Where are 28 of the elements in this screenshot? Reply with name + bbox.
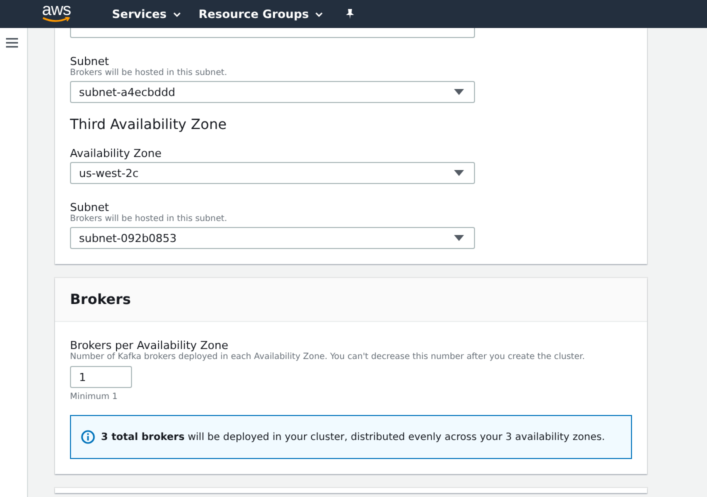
subsection-heading: Third Availability Zone — [70, 117, 228, 133]
aws-logo[interactable]: aws — [42, 2, 76, 22]
field-label: Availability Zone — [70, 147, 162, 160]
select-field[interactable]: subnet-092b0853 — [70, 227, 475, 249]
number-input[interactable]: 1 — [70, 366, 132, 388]
info-icon — [81, 430, 95, 444]
menu-icon[interactable] — [6, 38, 18, 48]
dropdown-arrow-icon — [454, 170, 464, 176]
nav-menu[interactable]: Services — [112, 7, 181, 21]
field-hint: Brokers will be hosted in this subnet. — [70, 214, 228, 225]
chevron-down-icon — [172, 12, 181, 16]
nav-menu[interactable]: Resource Groups — [198, 7, 323, 21]
field-constraint: Minimum 1 — [70, 392, 119, 402]
field-hint: Brokers will be hosted in this subnet. — [70, 68, 228, 79]
dropdown-arrow-icon — [454, 89, 464, 95]
section-title: Brokers — [70, 292, 131, 308]
field-label: Subnet — [70, 201, 110, 214]
info-message: 3 total brokers will be deployed in your cluster, distributed evenly across your 3 availability zones. — [101, 432, 605, 442]
select-field[interactable]: subnet-a4ecbddd — [70, 81, 475, 103]
dropdown-arrow-icon — [454, 235, 464, 241]
field-label: Subnet — [70, 55, 110, 68]
select-field[interactable]: us-west-2c — [70, 162, 475, 184]
smile-icon — [42, 16, 70, 22]
pin-icon[interactable] — [344, 9, 355, 19]
select-field[interactable] — [70, 28, 475, 38]
field-label: Brokers per Availability Zone — [70, 339, 230, 352]
field-hint: Number of Kafka brokers deployed in each Availability Zone. You can't decrease this number after you create the cluster. — [70, 352, 586, 363]
chevron-down-icon — [314, 12, 323, 16]
